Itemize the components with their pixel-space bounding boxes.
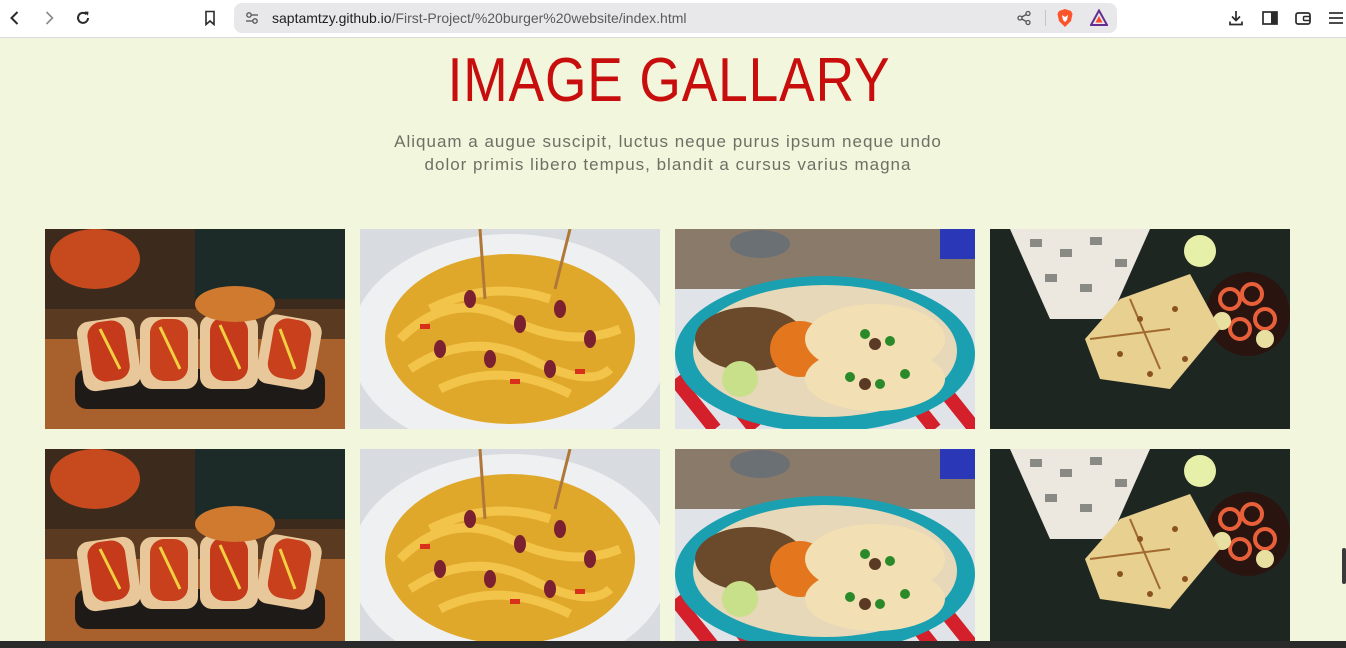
- tacos-photo: [675, 229, 975, 429]
- gallery-image-naan[interactable]: [990, 449, 1290, 641]
- gallery-image-hot-dogs[interactable]: [45, 229, 345, 429]
- scrollbar-thumb[interactable]: [1342, 548, 1346, 584]
- downloads-icon[interactable]: [1227, 9, 1245, 27]
- address-bar[interactable]: saptamtzy.github.io/First-Project/%20bur…: [234, 3, 1117, 33]
- url-divider: [1045, 10, 1046, 26]
- forward-icon[interactable]: [38, 7, 60, 29]
- tacos-photo: [675, 449, 975, 641]
- gallery-image-naan[interactable]: [990, 229, 1290, 429]
- pasta-photo: [360, 449, 660, 641]
- url-host: saptamtzy.github.io: [272, 10, 392, 26]
- share-icon[interactable]: [1016, 10, 1032, 26]
- url-path: /First-Project/%20burger%20website/index…: [391, 10, 687, 26]
- back-icon[interactable]: [4, 7, 26, 29]
- wallet-icon[interactable]: [1294, 9, 1312, 27]
- pasta-photo: [360, 229, 660, 429]
- gallery-image-tacos[interactable]: [675, 229, 975, 429]
- gallery-image-pasta[interactable]: [360, 449, 660, 641]
- brave-rewards-icon[interactable]: [1090, 9, 1108, 27]
- naan-photo: [990, 449, 1290, 641]
- gallery-image-pasta[interactable]: [360, 229, 660, 429]
- bookmark-icon[interactable]: [199, 7, 221, 29]
- brave-shields-icon[interactable]: [1056, 8, 1074, 28]
- page-content: IMAGE GALLARY Aliquam a augue suscipit, …: [0, 39, 1346, 641]
- bottom-edge: [0, 641, 1346, 648]
- site-settings-icon[interactable]: [244, 10, 260, 26]
- url-text[interactable]: saptamtzy.github.io/First-Project/%20bur…: [272, 10, 687, 26]
- gallery-subtitle: Aliquam a augue suscipit, luctus neque p…: [394, 132, 942, 174]
- browser-toolbar: saptamtzy.github.io/First-Project/%20bur…: [0, 0, 1346, 38]
- menu-icon[interactable]: [1327, 9, 1345, 27]
- sidebar-icon[interactable]: [1261, 9, 1279, 27]
- gallery-image-hot-dogs[interactable]: [45, 449, 345, 641]
- naan-photo: [990, 229, 1290, 429]
- reload-icon[interactable]: [72, 7, 94, 29]
- hot-dogs-photo: [45, 229, 345, 429]
- gallery-image-tacos[interactable]: [675, 449, 975, 641]
- hot-dogs-photo: [45, 449, 345, 641]
- gallery-title: IMAGE GALLARY: [447, 46, 891, 115]
